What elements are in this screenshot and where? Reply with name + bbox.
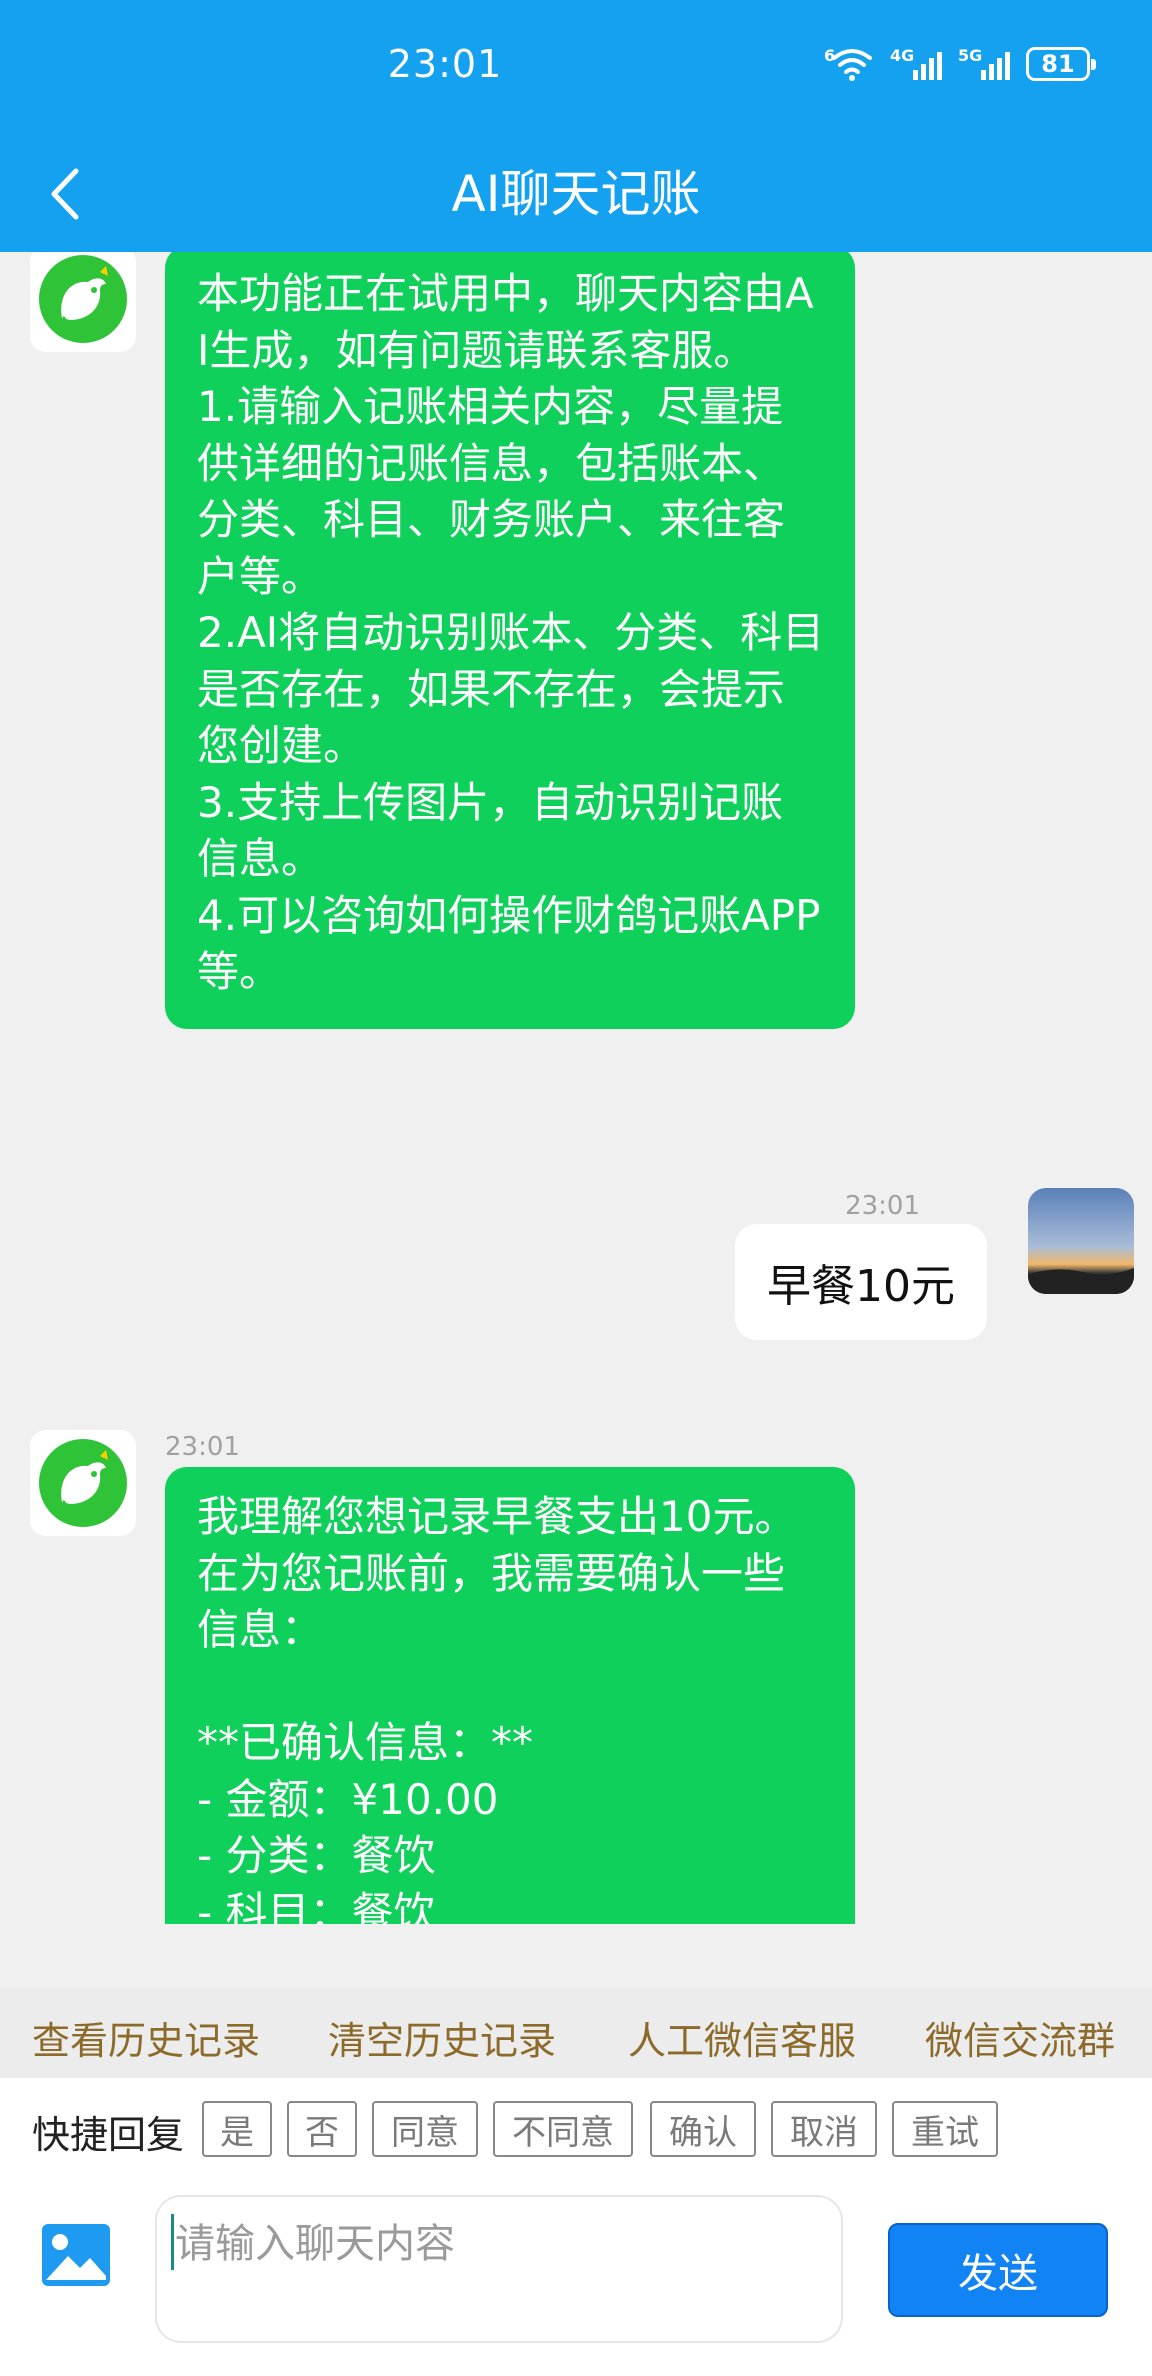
quick-reply-retry[interactable]: 重试 xyxy=(892,2101,998,2157)
message-time: 23:01 xyxy=(845,1191,920,1221)
chat-area[interactable]: 本功能正在试用中，聊天内容由AI生成，如有问题请联系客服。 1.请输入记账相关内… xyxy=(0,252,1152,1924)
bot-avatar xyxy=(30,252,136,352)
text-caret xyxy=(171,2214,174,2270)
wifi-icon: 6 xyxy=(824,44,874,84)
message-time: 23:01 xyxy=(165,1432,240,1462)
status-icons: 6 4G 5G 81 xyxy=(824,42,1096,86)
action-bar: 查看历史记录 清空历史记录 人工微信客服 微信交流群 xyxy=(0,1988,1152,2078)
upload-image-button[interactable] xyxy=(40,2222,112,2288)
battery-icon: 81 xyxy=(1026,47,1096,81)
quick-reply-cancel[interactable]: 取消 xyxy=(771,2101,877,2157)
chat-input[interactable] xyxy=(155,2195,843,2343)
user-avatar xyxy=(1028,1188,1134,1294)
bird-logo-icon xyxy=(39,255,127,343)
landscape-photo-icon xyxy=(1028,1188,1134,1294)
clear-history-link[interactable]: 清空历史记录 xyxy=(328,2010,556,2065)
user-message-bubble: 早餐10元 xyxy=(735,1224,987,1340)
bot-message-bubble: 我理解您想记录早餐支出10元。在为您记账前，我需要确认一些信息： **已确认信息… xyxy=(165,1467,855,1924)
status-time: 23:01 xyxy=(387,42,503,86)
page-title: AI聊天记账 xyxy=(451,165,701,223)
battery-level: 81 xyxy=(1041,50,1075,78)
send-button[interactable]: 发送 xyxy=(888,2223,1108,2317)
quick-reply-yes[interactable]: 是 xyxy=(202,2101,272,2157)
signal-5g-icon: 5G xyxy=(958,44,1010,84)
signal-4g-icon: 4G xyxy=(890,44,942,84)
quick-reply-confirm[interactable]: 确认 xyxy=(650,2101,756,2157)
wechat-group-link[interactable]: 微信交流群 xyxy=(925,2010,1115,2065)
quick-reply-no[interactable]: 否 xyxy=(287,2101,357,2157)
view-history-link[interactable]: 查看历史记录 xyxy=(32,2010,260,2065)
quick-reply-disagree[interactable]: 不同意 xyxy=(493,2101,633,2157)
bot-avatar xyxy=(30,1430,136,1536)
status-bar: 23:01 6 4G 5G 81 xyxy=(0,0,1152,135)
quick-reply-agree[interactable]: 同意 xyxy=(372,2101,478,2157)
image-icon xyxy=(42,2224,110,2286)
quick-reply-bar: 快捷回复 是 否 同意 不同意 确认 取消 重试 xyxy=(0,2078,1152,2178)
header: AI聊天记账 xyxy=(0,135,1152,252)
bird-logo-icon xyxy=(39,1439,127,1527)
bot-message-bubble: 本功能正在试用中，聊天内容由AI生成，如有问题请联系客服。 1.请输入记账相关内… xyxy=(165,252,855,1029)
wechat-support-link[interactable]: 人工微信客服 xyxy=(628,2010,856,2065)
quick-reply-label: 快捷回复 xyxy=(32,2113,185,2157)
input-bar: 发送 xyxy=(0,2178,1152,2376)
